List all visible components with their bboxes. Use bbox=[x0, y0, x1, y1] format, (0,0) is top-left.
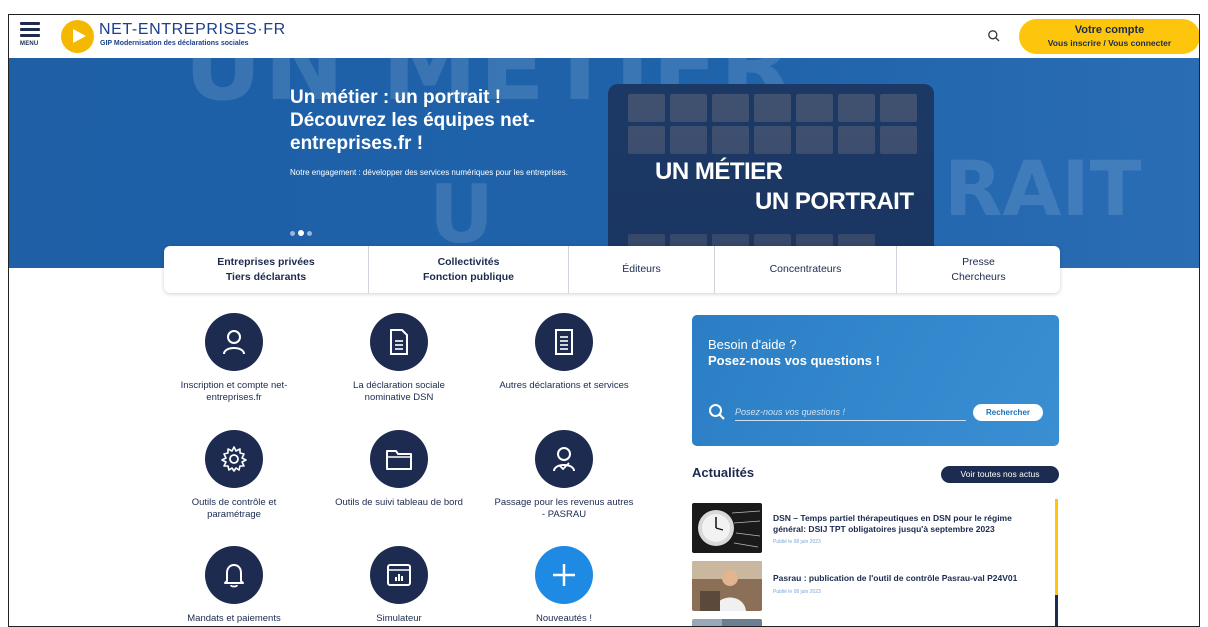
service-nouveautes[interactable]: Nouveautés ! bbox=[494, 546, 634, 625]
tab-entreprises-privees[interactable]: Entreprises privées Tiers déclarants bbox=[164, 246, 369, 293]
service-pasrau[interactable]: Passage pour les revenus autres - PASRAU bbox=[494, 430, 634, 521]
gear-icon bbox=[205, 430, 263, 488]
news-thumbnail bbox=[692, 619, 762, 626]
service-label: Outils de suivi tableau de bord bbox=[335, 497, 463, 508]
service-label: Outils de contrôle et paramétrage bbox=[191, 497, 277, 520]
menu-icon-bar bbox=[20, 34, 40, 37]
browser-page: MENU NET-ENTREPRISES·FR GIP Modernisatio… bbox=[8, 14, 1200, 627]
help-box: Besoin d'aide ? Posez-nous vos questions… bbox=[692, 315, 1059, 446]
service-label: Mandats et paiements bbox=[187, 613, 281, 624]
account-button[interactable]: Votre compte Vous inscrire / Vous connec… bbox=[1019, 19, 1199, 54]
service-dsn[interactable]: La déclaration sociale nominative DSN bbox=[329, 313, 469, 404]
news-item-date: Publié le 08 juin 2023 bbox=[773, 539, 821, 545]
help-search-input[interactable] bbox=[735, 403, 966, 421]
hero-carousel[interactable]: UN MÉTIER U RAIT UN MÉTIER UN PORTRAIT U… bbox=[9, 58, 1199, 268]
see-all-news-button[interactable]: Voir toutes nos actus bbox=[941, 466, 1059, 483]
menu-icon-bar bbox=[20, 28, 40, 31]
menu-label: MENU bbox=[20, 41, 39, 47]
service-label: Simulateur bbox=[376, 613, 422, 624]
logo-title[interactable]: NET-ENTREPRISES·FR bbox=[99, 21, 286, 39]
tab-concentrateurs[interactable]: Concentrateurs bbox=[715, 246, 897, 293]
service-label: La déclaration sociale nominative DSN bbox=[353, 380, 445, 403]
news-section-title: Actualités bbox=[692, 465, 755, 480]
user-icon bbox=[205, 313, 263, 371]
menu-icon bbox=[20, 22, 40, 25]
photo-caption-line2: UN PORTRAIT bbox=[755, 188, 914, 215]
logo-subtitle: GIP Modernisation des déclarations socia… bbox=[100, 40, 249, 47]
search-icon bbox=[708, 403, 726, 426]
help-title: Besoin d'aide ? bbox=[708, 337, 797, 352]
bell-icon bbox=[205, 546, 263, 604]
service-simulateur[interactable]: Simulateur bbox=[329, 546, 469, 625]
tab-label: Éditeurs bbox=[622, 263, 661, 275]
news-item-title[interactable]: Pasrau : publication de l'outil de contr… bbox=[773, 573, 1043, 584]
service-mandats[interactable]: Mandats et paiements bbox=[164, 546, 304, 625]
tab-sublabel: Tiers déclarants bbox=[225, 270, 307, 283]
service-label: Inscription et compte net-entreprises.fr bbox=[180, 380, 288, 403]
account-label: Votre compte bbox=[1074, 24, 1145, 36]
service-inscription[interactable]: Inscription et compte net-entreprises.fr bbox=[164, 313, 304, 404]
chart-window-icon bbox=[370, 546, 428, 604]
carousel-dot[interactable] bbox=[307, 231, 312, 236]
site-header: MENU NET-ENTREPRISES·FR GIP Modernisatio… bbox=[9, 15, 1199, 58]
document-icon bbox=[370, 313, 428, 371]
tab-label: Presse bbox=[962, 255, 995, 268]
service-label: Autres déclarations et services bbox=[499, 380, 629, 391]
service-label: Passage pour les revenus autres - PASRAU bbox=[494, 497, 634, 520]
news-timeline-bar bbox=[1055, 595, 1058, 626]
menu-button[interactable]: MENU bbox=[20, 22, 44, 50]
carousel-dot[interactable] bbox=[290, 231, 295, 236]
help-search-button[interactable]: Rechercher bbox=[973, 404, 1043, 421]
carousel-dot-active[interactable] bbox=[298, 230, 304, 236]
tab-presse-chercheurs[interactable]: Presse Chercheurs bbox=[897, 246, 1060, 293]
tab-sublabel: Chercheurs bbox=[951, 270, 1006, 283]
hero-background-word: RAIT bbox=[944, 144, 1142, 233]
tab-sublabel: Fonction publique bbox=[423, 270, 514, 283]
carousel-dots bbox=[290, 223, 315, 241]
audience-tabs: Entreprises privées Tiers déclarants Col… bbox=[164, 246, 1060, 293]
tab-label: Collectivités bbox=[437, 255, 500, 268]
service-autres-declarations[interactable]: Autres déclarations et services bbox=[494, 313, 634, 392]
news-item-date: Publié le 08 juin 2023 bbox=[773, 589, 821, 595]
tab-label: Concentrateurs bbox=[769, 263, 842, 275]
logo-play-icon[interactable] bbox=[61, 20, 94, 53]
tab-collectivites[interactable]: Collectivités Fonction publique bbox=[369, 246, 569, 293]
news-item-title[interactable]: DSN – Temps partiel thérapeutiques en DS… bbox=[773, 513, 1043, 535]
user-check-icon bbox=[535, 430, 593, 488]
account-sublabel: Vous inscrire / Vous connecter bbox=[1047, 38, 1172, 48]
news-thumbnail bbox=[692, 503, 762, 553]
plus-icon bbox=[535, 546, 593, 604]
hero-title[interactable]: Un métier : un portrait ! Découvrez les … bbox=[290, 86, 580, 155]
tab-editeurs[interactable]: Éditeurs bbox=[569, 246, 715, 293]
document-list-icon bbox=[535, 313, 593, 371]
hero-text: Notre engagement : développer des servic… bbox=[290, 168, 568, 177]
news-thumbnail bbox=[692, 561, 762, 611]
search-icon[interactable] bbox=[987, 29, 1001, 43]
folder-icon bbox=[370, 430, 428, 488]
service-outils-controle[interactable]: Outils de contrôle et paramétrage bbox=[164, 430, 304, 521]
tab-label: Entreprises privées bbox=[217, 255, 315, 268]
photo-caption-line1: UN MÉTIER bbox=[655, 158, 783, 185]
service-label: Nouveautés ! bbox=[536, 613, 592, 624]
help-subtitle: Posez-nous vos questions ! bbox=[708, 353, 880, 368]
service-outils-suivi[interactable]: Outils de suivi tableau de bord bbox=[329, 430, 469, 509]
